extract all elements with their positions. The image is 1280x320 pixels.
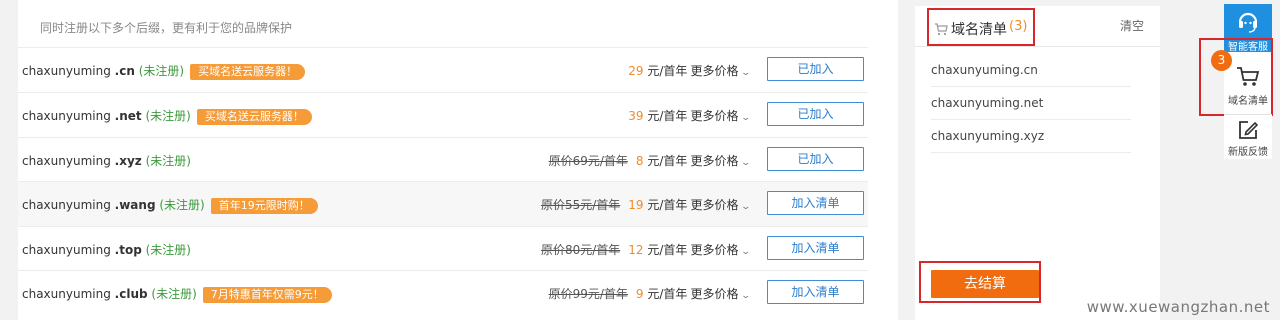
- domain-cart-panel: 域名清单 (3) 清空 chaxunyuming.cn chaxunyuming…: [915, 6, 1160, 320]
- domain-extension: .top: [114, 243, 142, 257]
- domain-row: chaxunyuming .xyz (未注册) 原价69元/首年 8 元/首年 更多价…: [18, 137, 868, 182]
- domain-extension: .club: [114, 287, 148, 301]
- domain-row: chaxunyuming .top (未注册) 原价80元/首年 12 元/首年 更多…: [18, 226, 868, 271]
- domain-info: chaxunyuming .club (未注册) 7月特惠首年仅需9元！: [22, 285, 332, 303]
- domain-row: chaxunyuming .club (未注册) 7月特惠首年仅需9元！ 原价99元…: [18, 270, 868, 315]
- more-prices-link[interactable]: 更多价格: [690, 64, 738, 78]
- domain-info: chaxunyuming .wang (未注册) 首年19元限时购！: [22, 196, 318, 214]
- cart-item: chaxunyuming.cn: [931, 54, 1131, 87]
- domain-name: chaxunyuming: [22, 198, 111, 212]
- clear-cart-button[interactable]: 清空: [1120, 17, 1144, 34]
- brand-protection-hint: 同时注册以下多个后缀，更有利于您的品牌保护: [40, 21, 293, 35]
- site-watermark: www.xuewangzhan.net: [1086, 298, 1270, 316]
- feedback-label: 新版反馈: [1228, 147, 1268, 158]
- domain-extension: .wang: [114, 198, 156, 212]
- promo-tag: 首年19元限时购！: [210, 198, 318, 214]
- domain-extension: .xyz: [114, 154, 142, 168]
- registration-status: (未注册): [145, 243, 191, 257]
- cart-item: chaxunyuming.net: [931, 87, 1131, 120]
- price-unit: 元/首年: [647, 287, 688, 301]
- original-price: 原价55元/首年: [540, 198, 621, 212]
- price-unit: 元/首年: [647, 154, 688, 168]
- price-area: 原价80元/首年 12 元/首年 更多价格 ⌄: [540, 241, 752, 258]
- add-to-list-button[interactable]: 已加入: [767, 147, 864, 171]
- promo-tag: 7月特惠首年仅需9元！: [202, 287, 332, 303]
- more-prices-link[interactable]: 更多价格: [690, 243, 738, 257]
- domain-name: chaxunyuming: [22, 287, 111, 301]
- feedback-button[interactable]: 新版反馈: [1224, 114, 1272, 159]
- domain-name: chaxunyuming: [22, 243, 111, 257]
- price-area: 39 元/首年 更多价格 ⌄: [628, 107, 752, 124]
- registration-status: (未注册): [159, 198, 205, 212]
- price-area: 原价69元/首年 8 元/首年 更多价格 ⌄: [548, 152, 752, 169]
- cart-title: 域名清单: [951, 22, 1007, 38]
- cart-title-highlight: 域名清单 (3): [927, 8, 1035, 46]
- domain-info: chaxunyuming .top (未注册): [22, 241, 191, 258]
- chevron-down-icon[interactable]: ⌄: [741, 247, 752, 257]
- price-value: 9: [635, 287, 644, 301]
- registration-status: (未注册): [145, 154, 191, 168]
- cart-icon: [934, 21, 948, 40]
- add-to-list-button[interactable]: 已加入: [767, 102, 864, 126]
- price-unit: 元/首年: [647, 243, 688, 257]
- domain-extension: .cn: [114, 64, 135, 78]
- promo-tag: 买域名送云服务器！: [196, 109, 312, 125]
- price-value: 12: [628, 243, 644, 257]
- cart-count-badge: 3: [1211, 50, 1232, 71]
- domain-name: chaxunyuming: [22, 64, 111, 78]
- domain-row: chaxunyuming .cn (未注册) 买域名送云服务器！ 29 元/首年 更多…: [18, 47, 868, 92]
- registration-status: (未注册): [145, 109, 191, 123]
- price-unit: 元/首年: [647, 64, 688, 78]
- domain-row: chaxunyuming .net (未注册) 买域名送云服务器！ 39 元/首年更…: [18, 92, 868, 137]
- cart-count: (3): [1009, 19, 1028, 34]
- add-to-list-button[interactable]: 已加入: [767, 57, 864, 81]
- more-prices-link[interactable]: 更多价格: [690, 109, 738, 123]
- registration-status: (未注册): [151, 287, 197, 301]
- price-value: 8: [635, 154, 644, 168]
- cart-item: chaxunyuming.xyz: [931, 120, 1131, 153]
- add-to-list-button[interactable]: 加入清单: [767, 191, 864, 215]
- price-value: 19: [628, 198, 644, 212]
- price-area: 原价99元/首年 9 元/首年 更多价格 ⌄: [548, 285, 752, 302]
- price-value: 29: [628, 64, 644, 78]
- edit-icon: [1238, 120, 1259, 144]
- domain-name: chaxunyuming: [22, 154, 111, 168]
- domain-info: chaxunyuming .cn (未注册) 买域名送云服务器！: [22, 62, 306, 80]
- price-area: 29 元/首年 更多价格 ⌄: [628, 62, 752, 79]
- registration-status: (未注册): [138, 64, 185, 78]
- domain-row: chaxunyuming .wang (未注册) 首年19元限时购！ 原价55元/首…: [18, 181, 868, 226]
- headset-icon: [1237, 10, 1259, 38]
- domain-name: chaxunyuming: [22, 109, 111, 123]
- chevron-down-icon[interactable]: ⌄: [741, 291, 752, 301]
- original-price: 原价69元/首年: [548, 154, 628, 168]
- more-prices-link[interactable]: 更多价格: [690, 154, 738, 168]
- chevron-down-icon[interactable]: ⌄: [741, 68, 752, 78]
- original-price: 原价99元/首年: [548, 287, 628, 301]
- promo-tag: 买域名送云服务器！: [190, 64, 306, 80]
- domain-extension: .net: [114, 109, 142, 123]
- chevron-down-icon[interactable]: ⌄: [741, 158, 752, 168]
- price-area: 原价55元/首年 19 元/首年 更多价格 ⌄: [540, 196, 752, 213]
- checkout-button[interactable]: 去结算: [931, 270, 1039, 298]
- domain-info: chaxunyuming .xyz (未注册): [22, 152, 191, 169]
- price-unit: 元/首年: [647, 198, 688, 212]
- checkout-highlight: 去结算: [919, 261, 1041, 303]
- chevron-down-icon[interactable]: ⌄: [741, 113, 752, 123]
- add-to-list-button[interactable]: 加入清单: [767, 280, 864, 304]
- price-unit: 元/首年: [647, 109, 688, 123]
- domain-info: chaxunyuming .net (未注册) 买域名送云服务器！: [22, 107, 312, 125]
- chevron-down-icon[interactable]: ⌄: [741, 202, 752, 212]
- original-price: 原价80元/首年: [540, 243, 621, 257]
- more-prices-link[interactable]: 更多价格: [690, 198, 738, 212]
- cart-header: 域名清单 (3) 清空: [915, 6, 1160, 47]
- price-value: 39: [628, 109, 644, 123]
- sidebar-cart-highlight: [1199, 38, 1273, 116]
- add-to-list-button[interactable]: 加入清单: [767, 236, 864, 260]
- more-prices-link[interactable]: 更多价格: [690, 287, 738, 301]
